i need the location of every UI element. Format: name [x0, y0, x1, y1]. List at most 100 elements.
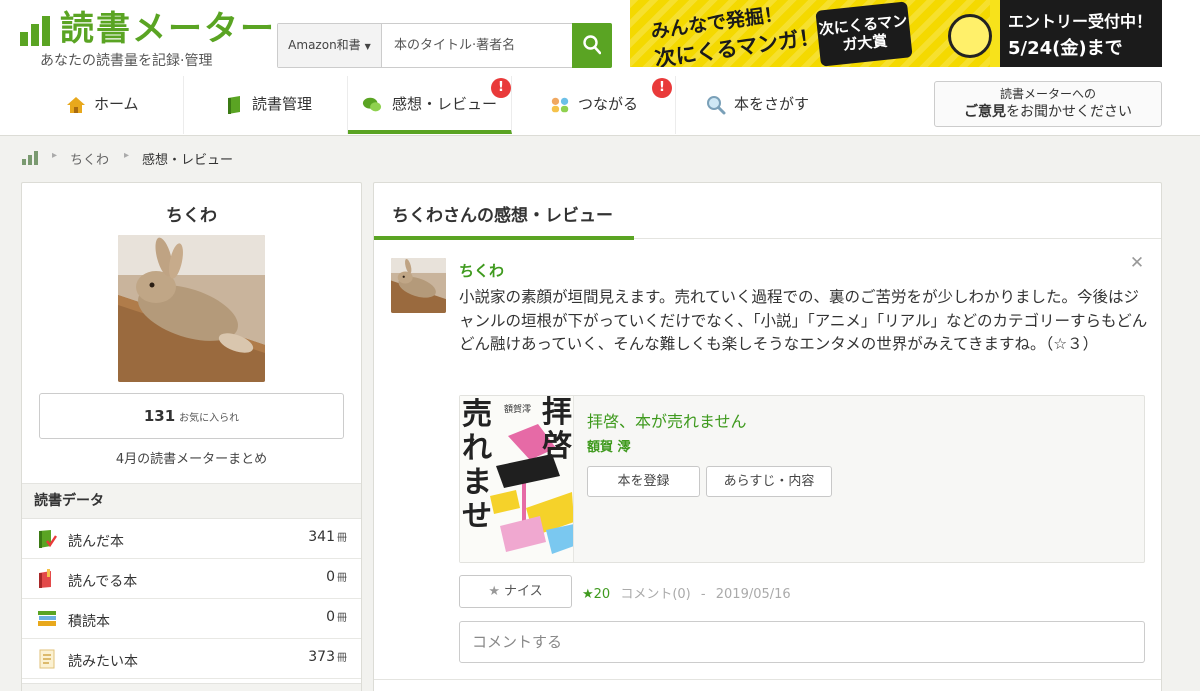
favorites-button[interactable]: 131 お気に入られ: [39, 393, 344, 439]
stat-value: 373 冊: [308, 649, 347, 665]
breadcrumb-home-icon[interactable]: [22, 151, 40, 165]
search-category-label: Amazon和書: [288, 38, 361, 52]
stat-unit: 冊: [337, 653, 347, 664]
wishlist-icon: [39, 649, 55, 669]
nav-reviews-label: 感想・レビュー: [392, 95, 498, 113]
breadcrumb-separator-icon: ▸: [52, 150, 58, 161]
stat-value-number: 0: [326, 569, 335, 585]
stat-row-read[interactable]: 読んだ本 341 冊: [22, 519, 361, 559]
home-icon: [67, 97, 85, 113]
profile-sidebar: ちくわ 131 お気に入られ 4月の読書メーターまとめ 読書データ 読んだ本 34…: [21, 182, 362, 691]
nice-label: ナイス: [504, 584, 543, 599]
stacked-books-icon: [38, 611, 56, 626]
reading-book-icon: [39, 569, 51, 588]
breadcrumb-current: 感想・レビュー: [142, 153, 234, 168]
register-book-button[interactable]: 本を登録: [587, 466, 700, 497]
read-book-icon: [39, 530, 57, 548]
stat-value-number: 0: [326, 609, 335, 625]
review-date: 2019/05/16: [715, 587, 791, 602]
nav-home[interactable]: ホーム: [22, 76, 184, 134]
profile-avatar[interactable]: [118, 235, 265, 382]
people-icon: [551, 97, 569, 113]
monthly-summary-link[interactable]: 4月の読書メーターまとめ: [22, 448, 361, 467]
nav-find-books-label: 本をさがす: [734, 95, 810, 113]
favorites-label: お気に入られ: [179, 413, 240, 424]
review-username[interactable]: ちくわ: [459, 260, 504, 281]
sidebar-next-section: [22, 683, 361, 691]
nav-reading-management-label: 読書管理: [252, 95, 313, 113]
banner-left-panel: みんなで発掘！ 次にくるマンガ！ 次にくるマンガ大賞: [630, 0, 992, 67]
nav-connect-alert-badge: !: [652, 78, 672, 98]
comment-count[interactable]: コメント(0): [620, 587, 690, 602]
main-nav: ホーム 読書管理 感想・レビュー ! つながる ! 本をさがす: [22, 76, 922, 134]
site-logo[interactable]: 読書メーター あなたの読書量を記録·管理: [20, 8, 274, 70]
stat-value-number: 373: [308, 649, 335, 665]
banner-badge: 次にくるマンガ大賞: [815, 1, 913, 67]
nav-find-books[interactable]: 本をさがす: [676, 76, 840, 134]
rabbit-photo-small: [391, 258, 446, 313]
meta-separator: -: [700, 587, 706, 602]
cover-author: 額賀澪: [504, 405, 532, 415]
search-icon: [583, 35, 601, 55]
banner-mascot-icon: [948, 14, 992, 58]
stat-label: 読んでる本: [68, 574, 138, 590]
stat-label: 読みたい本: [68, 654, 138, 670]
banner-entry-text: エントリー受付中！: [1008, 12, 1153, 31]
speech-bubble-icon: [362, 97, 382, 112]
feedback-line1: 読書メーターへの: [999, 87, 1096, 101]
review-divider: [374, 679, 1161, 680]
feedback-line2: ご意見をお聞かせください: [935, 102, 1161, 122]
synopsis-button[interactable]: あらすじ・内容: [706, 466, 832, 497]
stat-row-tsundoku[interactable]: 積読本 0冊: [22, 599, 361, 639]
review-text: 小説家の素顔が垣間見えます。売れていく過程での、裏のご苦労をが少しわかりました。…: [459, 288, 1148, 353]
feedback-line2-bold: ご意見: [964, 104, 1006, 120]
search-button[interactable]: [572, 23, 612, 68]
stat-label: 積読本: [68, 614, 110, 630]
book-cover[interactable]: 売れませ 拝啓 額賀澪: [460, 396, 574, 562]
stat-unit: 冊: [337, 613, 347, 624]
nav-connect[interactable]: つながる !: [512, 76, 676, 134]
logo-bars-icon: [20, 16, 52, 46]
logo-subtitle: あなたの読書量を記録·管理: [40, 53, 213, 69]
nice-button[interactable]: ★ ナイス: [459, 575, 572, 608]
stat-value: 0冊: [326, 609, 347, 625]
close-icon[interactable]: ✕: [1128, 253, 1146, 273]
book-icon: [228, 96, 240, 114]
nav-reviews[interactable]: 感想・レビュー !: [348, 76, 512, 134]
favorites-count: 131: [143, 407, 176, 425]
logo-title: 読書メーター: [60, 9, 276, 49]
reviews-title: ちくわさんの感想・レビュー: [392, 206, 613, 226]
stat-label: 読んだ本: [68, 534, 124, 550]
nav-reviews-alert-badge: !: [491, 78, 511, 98]
star-icon: ★: [488, 584, 501, 599]
reading-data-heading: 読書データ: [22, 483, 361, 519]
reviews-panel: ちくわさんの感想・レビュー ちくわ ✕ 小説家の素顔が垣間見えます。売れていく過…: [373, 182, 1162, 691]
stat-row-want[interactable]: 読みたい本 373 冊: [22, 639, 361, 679]
review-avatar[interactable]: [391, 258, 446, 313]
tab-active-indicator: [374, 236, 634, 240]
search-input[interactable]: [382, 24, 573, 67]
search-bar: Amazon和書 ▼: [277, 23, 612, 68]
stat-unit: 冊: [337, 573, 347, 584]
search-category-select[interactable]: Amazon和書 ▼: [278, 24, 382, 67]
stat-value: 341 冊: [308, 529, 347, 545]
comment-input[interactable]: [459, 621, 1145, 663]
review-meta: ★20 コメント(0) - 2019/05/16: [582, 583, 791, 602]
stat-unit: 冊: [337, 533, 347, 544]
nav-reading-management[interactable]: 読書管理: [184, 76, 348, 134]
site-header: 読書メーター あなたの読書量を記録·管理 Amazon和書▼ みんなで発掘！ 次…: [0, 0, 1200, 136]
stat-value-number: 341: [308, 529, 335, 545]
cover-title-vertical-2: 拝啓: [542, 396, 572, 464]
feedback-button[interactable]: 読書メーターへの ご意見をお聞かせください: [934, 81, 1162, 127]
feedback-line2-rest: をお聞かせください: [1006, 104, 1132, 120]
nice-count[interactable]: ★20: [582, 587, 610, 602]
book-author-link[interactable]: 額賀 澪: [587, 436, 631, 455]
book-title-link[interactable]: 拝啓、本が売れません: [587, 408, 747, 432]
profile-name[interactable]: ちくわ: [22, 201, 361, 226]
breadcrumb-user[interactable]: ちくわ: [70, 149, 109, 168]
promo-banner[interactable]: みんなで発掘！ 次にくるマンガ！ 次にくるマンガ大賞 エントリー受付中！ 5/2…: [630, 0, 1162, 67]
rabbit-photo: [118, 235, 265, 382]
cover-title-vertical: 売れませ: [462, 397, 492, 534]
stat-row-reading[interactable]: 読んでる本 0冊: [22, 559, 361, 599]
banner-deadline-text: 5/24(金)まで: [1008, 38, 1123, 59]
